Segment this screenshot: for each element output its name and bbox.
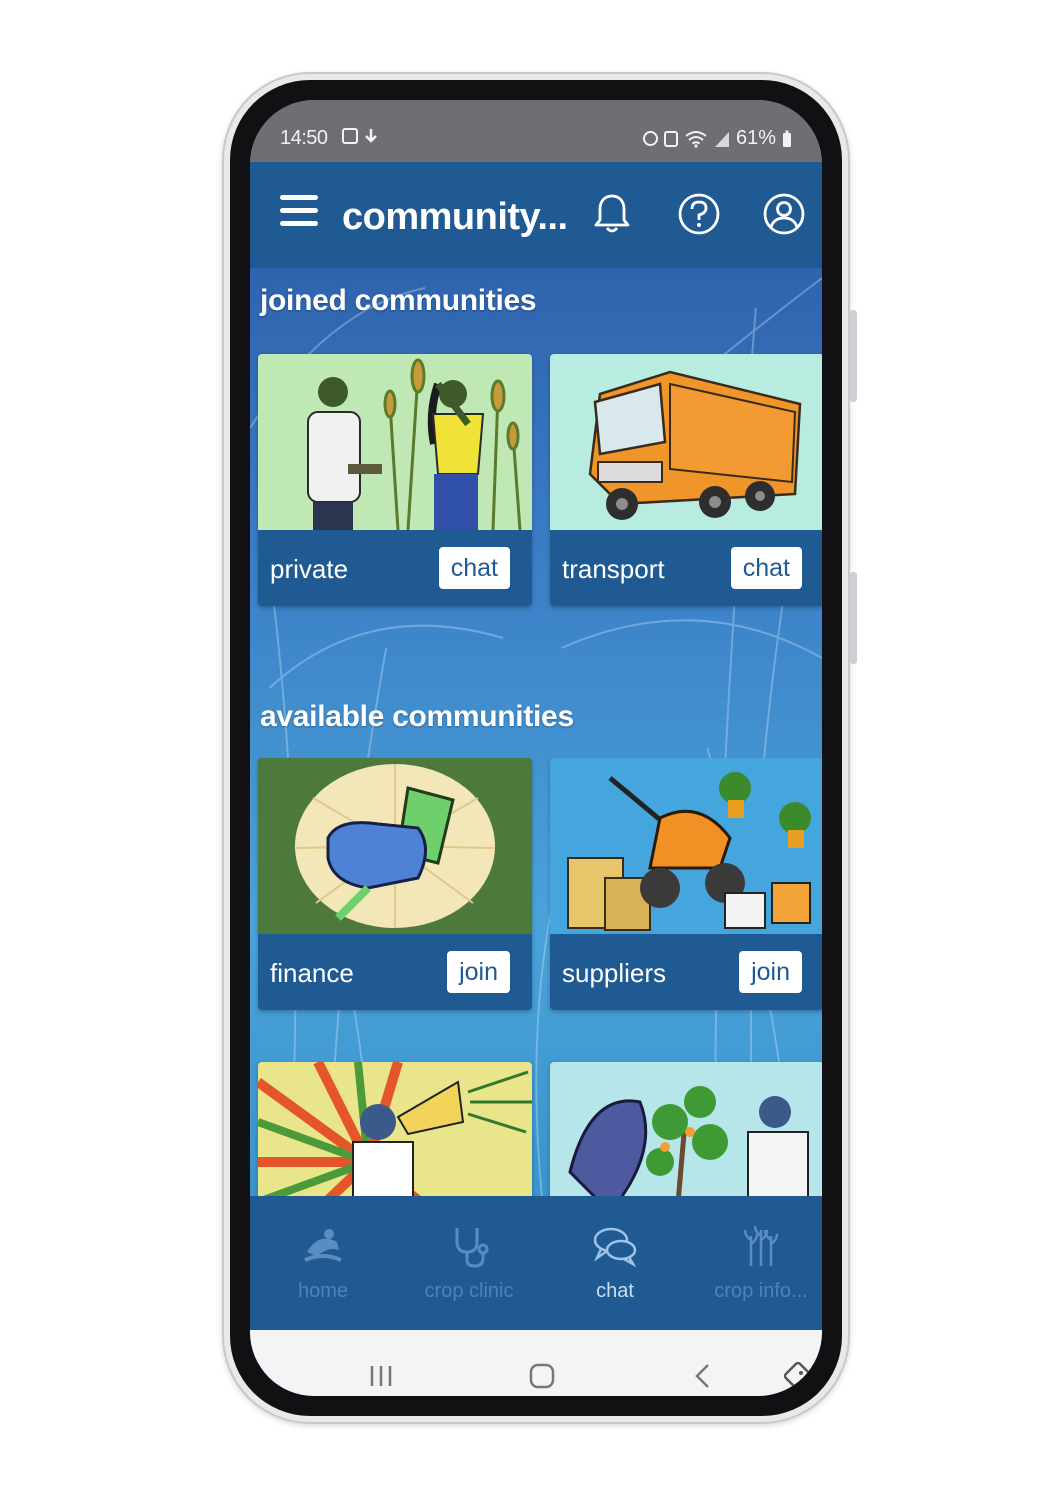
- phone-frame: 14:50 61% community... joined communitie…: [222, 72, 857, 1424]
- nav-chat[interactable]: chat: [542, 1196, 688, 1330]
- nav-crop-info[interactable]: crop info...: [688, 1196, 822, 1330]
- status-right-icons: 61%: [642, 127, 792, 150]
- signal-icon: [714, 131, 729, 147]
- community-name: private: [270, 554, 349, 584]
- community-list[interactable]: joined communities private chat transpor…: [250, 268, 822, 1238]
- joined-section-title: joined communities: [260, 284, 537, 317]
- join-button[interactable]: join: [739, 951, 802, 993]
- community-name: transport: [562, 554, 665, 584]
- battery-icon: [783, 130, 791, 147]
- chat-button[interactable]: chat: [730, 547, 802, 589]
- bell-icon[interactable]: [590, 192, 634, 236]
- back-icon[interactable]: [686, 1358, 722, 1394]
- page-title: community...: [342, 196, 568, 238]
- chat-bubbles-icon: [593, 1227, 637, 1268]
- nav-home[interactable]: home: [250, 1196, 396, 1330]
- chat-button[interactable]: chat: [438, 547, 510, 589]
- community-card-suppliers[interactable]: suppliers join: [550, 758, 822, 1010]
- system-navigation-bar: [250, 1330, 822, 1396]
- alarm-icon: [642, 131, 658, 146]
- community-name: finance: [270, 958, 354, 988]
- help-icon[interactable]: [677, 192, 721, 236]
- side-button: [850, 310, 857, 402]
- recent-apps-icon[interactable]: [363, 1358, 399, 1394]
- card-footer: transport chat: [550, 530, 822, 606]
- community-card-finance[interactable]: finance join: [258, 758, 532, 1010]
- download-notification-icon: [365, 129, 377, 143]
- phone-bezel: 14:50 61% community... joined communitie…: [230, 80, 842, 1416]
- status-bar: 14:50 61%: [250, 100, 822, 162]
- community-card-transport[interactable]: transport chat: [550, 354, 822, 606]
- account-icon[interactable]: [762, 192, 806, 236]
- home-icon: [304, 1229, 342, 1262]
- join-button[interactable]: join: [447, 951, 510, 993]
- card-footer: private chat: [258, 530, 532, 606]
- available-section-title: available communities: [260, 700, 574, 733]
- wifi-icon: [685, 130, 707, 148]
- gallery-notification-icon: [342, 128, 358, 144]
- orange-truck-illustration: [550, 354, 822, 530]
- crops-icon: [743, 1225, 779, 1266]
- nav-label: home: [297, 1280, 349, 1302]
- card-footer: finance join: [258, 934, 532, 1010]
- vibrate-icon: [663, 130, 678, 147]
- status-time: 14:50: [280, 127, 328, 149]
- status-left-icons: [342, 128, 378, 146]
- side-button: [850, 572, 857, 664]
- nav-label: chat: [596, 1280, 634, 1302]
- rotate-screen-icon[interactable]: [780, 1358, 816, 1394]
- nav-label: crop info...: [714, 1280, 808, 1302]
- phone-screen: 14:50 61% community... joined communitie…: [250, 100, 822, 1396]
- bottom-navigation: home crop clinic chat crop info...: [250, 1196, 822, 1330]
- battery-percent: 61%: [735, 127, 776, 149]
- farmers-with-wheat-illustration: [258, 354, 532, 530]
- card-footer: suppliers join: [550, 934, 822, 1010]
- app-bar: community...: [250, 162, 822, 268]
- stethoscope-icon: [455, 1228, 489, 1268]
- menu-icon[interactable]: [280, 195, 318, 233]
- nav-label: crop clinic: [424, 1280, 514, 1302]
- fist-holding-money-illustration: [258, 758, 532, 934]
- community-name: suppliers: [562, 958, 667, 988]
- community-card-private[interactable]: private chat: [258, 354, 532, 606]
- tiller-and-seed-bags-illustration: [550, 758, 822, 934]
- nav-crop-clinic[interactable]: crop clinic: [396, 1196, 542, 1330]
- home-button-icon[interactable]: [524, 1358, 560, 1394]
